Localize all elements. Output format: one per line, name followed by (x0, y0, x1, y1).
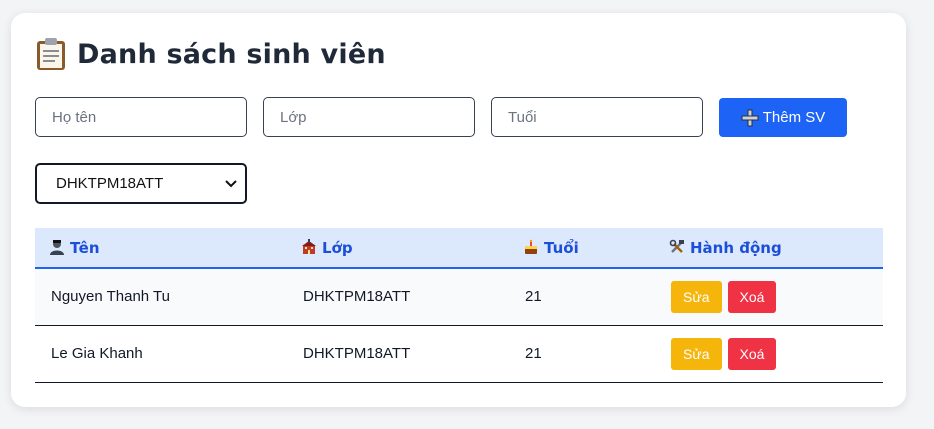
cell-actions: Sửa Xoá (655, 268, 883, 325)
student-table: Tên Lớp Tuổi Hành động Nguyen Thanh Tu D… (35, 228, 883, 383)
cell-name: Le Gia Khanh (51, 345, 143, 362)
delete-button[interactable]: Xoá (727, 337, 777, 370)
student-list-card: Danh sách sinh viên Thêm SV DHKTPM18ATT (11, 13, 906, 407)
cell-name: Nguyen Thanh Tu (51, 288, 170, 306)
class-filter-value: DHKTPM18ATT (56, 175, 164, 192)
cell-actions: Sửa Xoá (655, 325, 883, 382)
cake-icon (525, 239, 537, 254)
cell-age: 21 (525, 288, 542, 306)
clipboard-icon (37, 38, 65, 70)
add-student-button[interactable]: Thêm SV (719, 98, 847, 137)
plus-icon (741, 109, 759, 126)
class-input[interactable] (263, 97, 475, 137)
column-header-age: Tuổi (509, 228, 655, 268)
table-row: Le Gia Khanh DHKTPM18ATT 21 Sửa Xoá (35, 325, 883, 382)
cell-class: DHKTPM18ATT (303, 345, 411, 362)
table-header-row: Tên Lớp Tuổi Hành động (35, 228, 883, 268)
edit-button[interactable]: Sửa (671, 337, 722, 370)
age-input[interactable] (491, 97, 703, 137)
cell-class: DHKTPM18ATT (303, 288, 411, 306)
school-icon (302, 238, 316, 254)
add-student-button-label: Thêm SV (762, 109, 826, 126)
cell-age: 21 (525, 345, 542, 362)
tools-icon (669, 239, 684, 253)
student-icon (50, 239, 64, 255)
chevron-down-icon (225, 179, 237, 187)
column-header-class: Lớp (287, 228, 509, 268)
class-filter-select[interactable]: DHKTPM18ATT (35, 163, 247, 204)
edit-button[interactable]: Sửa (671, 280, 722, 313)
column-header-actions: Hành động (655, 228, 883, 268)
column-header-name: Tên (35, 228, 287, 268)
page-title: Danh sách sinh viên (35, 37, 386, 71)
table-row: Nguyen Thanh Tu DHKTPM18ATT 21 Sửa Xoá (35, 268, 883, 325)
delete-button[interactable]: Xoá (727, 280, 777, 313)
page-title-text: Danh sách sinh viên (77, 38, 386, 70)
name-input[interactable] (35, 97, 247, 137)
